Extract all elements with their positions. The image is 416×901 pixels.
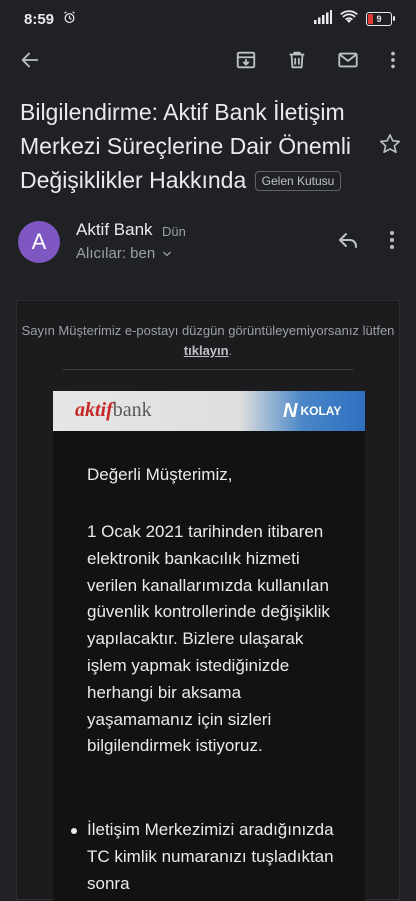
label-chip[interactable]: Gelen Kutusu bbox=[254, 171, 342, 191]
trash-icon bbox=[289, 51, 305, 69]
email-body: Sayın Müşterimiz e-postayı düzgün görünt… bbox=[16, 300, 400, 901]
back-button[interactable] bbox=[16, 46, 44, 74]
mark-unread-button[interactable] bbox=[334, 46, 362, 74]
more-vert-icon bbox=[390, 231, 394, 249]
body-paragraph: 1 Ocak 2021 tarihinden itibaren elektron… bbox=[87, 522, 330, 756]
bullet-item: İletişim Merkezimizi aradığınızda TC kim… bbox=[71, 817, 337, 897]
display-notice: Sayın Müşterimiz e-postayı düzgün görünt… bbox=[17, 321, 399, 361]
archive-icon bbox=[236, 51, 256, 69]
status-bar: 8:59 9 bbox=[0, 0, 416, 38]
message-content: Değerli Müşterimiz, 1 Ocak 2021 tarihind… bbox=[53, 431, 365, 901]
recipients-toggle[interactable]: Alıcılar: ben bbox=[76, 245, 173, 262]
delete-button[interactable] bbox=[283, 46, 311, 74]
notice-link[interactable]: tıklayın bbox=[184, 343, 229, 358]
nkolay-logo: N KOLAY bbox=[283, 400, 342, 422]
logo-aktif-text: aktif bbox=[75, 399, 113, 421]
aktifbank-logo: aktifbank bbox=[75, 399, 152, 422]
chevron-down-icon bbox=[163, 251, 172, 256]
sender-date: Dün bbox=[162, 224, 186, 239]
logo-kolay-text: KOLAY bbox=[300, 404, 342, 418]
sender-name: Aktif Bank bbox=[76, 220, 153, 239]
avatar[interactable]: A bbox=[18, 221, 60, 263]
logo-bank-text: bank bbox=[112, 399, 152, 421]
reply-icon bbox=[339, 233, 357, 248]
star-button[interactable] bbox=[378, 132, 404, 158]
battery-icon: 9 bbox=[366, 12, 395, 26]
recipients-text: Alıcılar: ben bbox=[76, 245, 156, 262]
more-vert-icon bbox=[391, 51, 395, 69]
archive-button[interactable] bbox=[232, 46, 260, 74]
signal-icon bbox=[314, 10, 332, 28]
avatar-letter: A bbox=[31, 229, 47, 254]
alarm-icon bbox=[62, 10, 77, 29]
email-subject: Bilgilendirme: Aktif Bank İletişim Merke… bbox=[20, 95, 365, 197]
header-banner: aktifbank N KOLAY bbox=[53, 391, 365, 431]
divider bbox=[63, 369, 353, 370]
notice-text: Sayın Müşterimiz e-postayı düzgün görünt… bbox=[21, 323, 395, 338]
star-icon bbox=[379, 134, 401, 153]
reply-button[interactable] bbox=[336, 228, 362, 254]
arrow-left-icon bbox=[21, 52, 39, 68]
notice-end: . bbox=[228, 343, 233, 358]
mail-icon bbox=[338, 52, 358, 68]
logo-n-text: N bbox=[283, 400, 298, 422]
more-options-button[interactable] bbox=[379, 46, 407, 74]
greeting: Değerli Müşterimiz, bbox=[87, 465, 233, 484]
battery-level: 9 bbox=[376, 14, 382, 24]
status-time: 8:59 bbox=[24, 10, 55, 28]
message-more-button[interactable] bbox=[380, 228, 404, 254]
wifi-icon bbox=[340, 10, 358, 28]
toolbar bbox=[0, 40, 416, 80]
